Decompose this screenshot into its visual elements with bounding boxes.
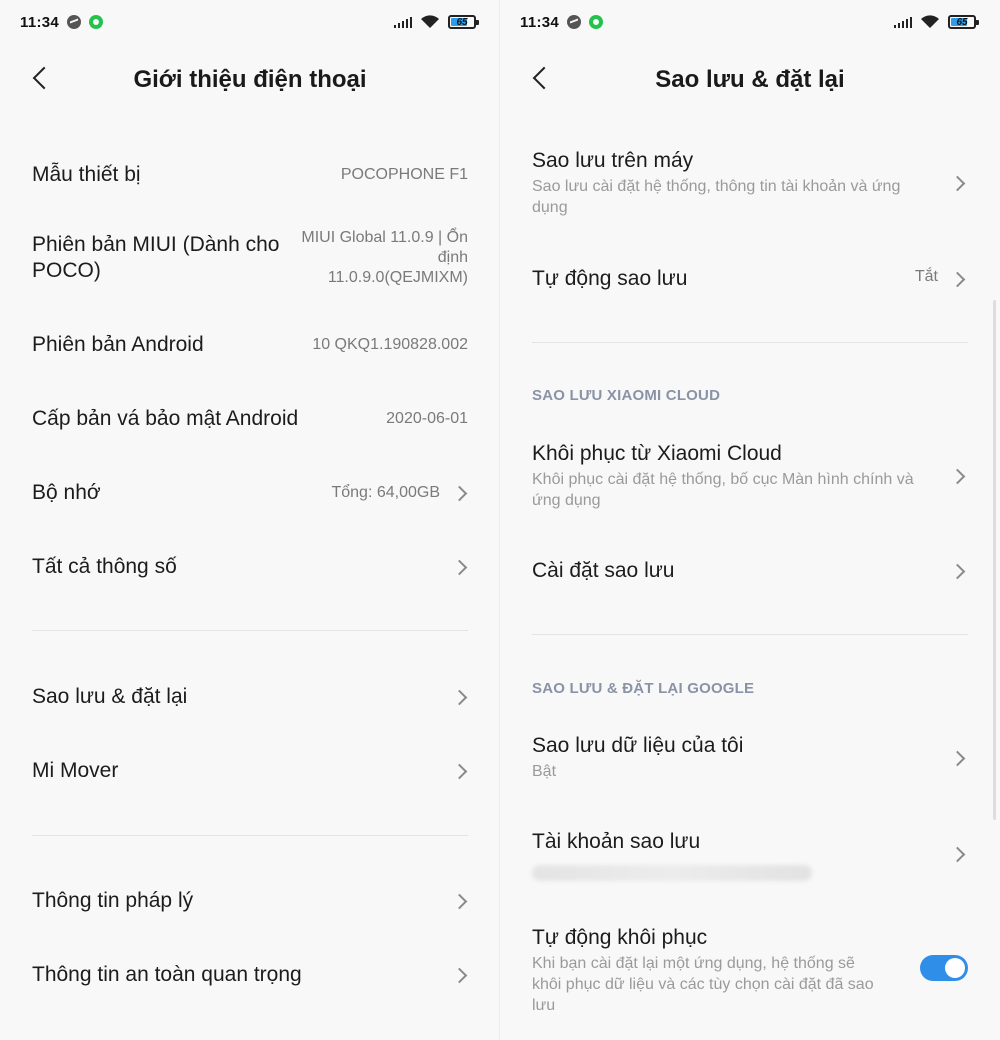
row-auto-backup[interactable]: Tự động sao lưu Tắt (532, 266, 968, 296)
notification-icon (89, 15, 104, 29)
row-mi-mover[interactable]: Mi Mover (32, 756, 468, 786)
battery-level: 65 (456, 16, 468, 28)
row-title: Tài khoản sao lưu (532, 830, 701, 853)
row-label: Mẫu thiết bị (32, 163, 141, 186)
battery-level: 65 (956, 16, 968, 28)
chevron-right-icon (952, 847, 966, 861)
row-local-backup[interactable]: Sao lưu trên máy Sao lưu cài đặt hệ thốn… (532, 148, 968, 222)
row-label: Tất cả thông số (32, 555, 177, 578)
signal-icon (394, 16, 412, 28)
section-header-google: SAO LƯU & ĐẶT LẠI GOOGLE (532, 680, 755, 697)
row-label: Sao lưu & đặt lại (32, 685, 188, 708)
signal-icon (894, 16, 912, 28)
row-subtitle: Khi bạn cài đặt lại một ứng dụng, hệ thố… (532, 955, 874, 1014)
row-device-model[interactable]: Mẫu thiết bị POCOPHONE F1 (32, 160, 468, 190)
row-value: Tổng: 64,00GB (331, 484, 440, 501)
chevron-right-icon (454, 894, 468, 908)
page-header: Giới thiệu điện thoại (0, 56, 500, 104)
toggle-knob (945, 958, 965, 978)
section-header-xiaomi-cloud: SAO LƯU XIAOMI CLOUD (532, 387, 721, 404)
row-legal-info[interactable]: Thông tin pháp lý (32, 886, 468, 916)
chevron-right-icon (454, 690, 468, 704)
row-title: Sao lưu dữ liệu của tôi (532, 734, 744, 757)
status-bar: 11:34 65 (20, 10, 479, 34)
row-title: Tự động sao lưu (532, 267, 688, 290)
divider (32, 630, 468, 631)
row-label: Phiên bản Android (32, 333, 204, 356)
chevron-right-icon (952, 751, 966, 765)
chevron-right-icon (454, 560, 468, 574)
backup-reset-screen: 11:34 65 Sao lưu & đặt lại Sao lưu trên … (500, 0, 1000, 1040)
chevron-right-icon (454, 968, 468, 982)
scrollbar[interactable] (993, 300, 996, 820)
row-backup-settings[interactable]: Cài đặt sao lưu (532, 558, 968, 588)
row-value: Tắt (914, 268, 938, 285)
divider (532, 634, 968, 635)
page-title: Sao lưu & đặt lại (655, 66, 845, 93)
chevron-right-icon (952, 564, 966, 578)
auto-restore-toggle[interactable] (920, 955, 968, 981)
wifi-icon (921, 15, 939, 28)
chevron-right-icon (952, 176, 966, 190)
row-restore-xiaomi-cloud[interactable]: Khôi phục từ Xiaomi Cloud Khôi phục cài … (532, 441, 968, 515)
chevron-right-icon (454, 486, 468, 500)
row-miui-version[interactable]: Phiên bản MIUI (Dành cho POCO) MIUI Glob… (32, 228, 468, 292)
wifi-icon (421, 15, 439, 28)
row-backup-account[interactable]: Tài khoản sao lưu (532, 829, 968, 885)
row-value: MIUI Global 11.0.9 | Ổn định 11.0.9.0(QE… (301, 229, 468, 286)
messenger-icon (67, 15, 82, 29)
row-label: Cấp bản vá bảo mật Android (32, 407, 299, 430)
row-label: Thông tin pháp lý (32, 889, 194, 912)
chevron-right-icon (454, 764, 468, 778)
about-phone-screen: 11:34 65 Giới thiệu điện thoại Mẫu thiết… (0, 0, 500, 1040)
row-label: Bộ nhớ (32, 481, 101, 504)
row-all-specs[interactable]: Tất cả thông số (32, 552, 468, 582)
row-label: Thông tin an toàn quan trọng (32, 963, 302, 986)
row-storage[interactable]: Bộ nhớ Tổng: 64,00GB (32, 478, 468, 508)
chevron-right-icon (952, 272, 966, 286)
row-subtitle: Khôi phục cài đặt hệ thống, bố cục Màn h… (532, 471, 914, 509)
row-title: Cài đặt sao lưu (532, 559, 675, 582)
row-subtitle: Bật (532, 763, 557, 780)
row-subtitle: Sao lưu cài đặt hệ thống, thông tin tài … (532, 178, 901, 216)
notification-icon (589, 15, 604, 29)
row-backup-reset[interactable]: Sao lưu & đặt lại (32, 682, 468, 712)
page-title: Giới thiệu điện thoại (133, 66, 367, 93)
row-value: 2020-06-01 (386, 410, 468, 427)
divider (532, 342, 968, 343)
blurred-account-email (532, 865, 812, 881)
row-title: Tự động khôi phục (532, 926, 708, 949)
status-time: 11:34 (20, 13, 60, 31)
row-auto-restore: Tự động khôi phục Khi bạn cài đặt lại mộ… (532, 925, 968, 1017)
row-title: Sao lưu trên máy (532, 149, 694, 172)
battery-icon: 65 (948, 15, 979, 29)
status-bar: 11:34 65 (520, 10, 979, 34)
row-value: 10 QKQ1.190828.002 (312, 336, 468, 353)
row-backup-my-data[interactable]: Sao lưu dữ liệu của tôi Bật (532, 733, 968, 789)
battery-icon: 65 (448, 15, 479, 29)
divider (32, 835, 468, 836)
row-value: POCOPHONE F1 (340, 166, 468, 183)
row-android-version[interactable]: Phiên bản Android 10 QKQ1.190828.002 (32, 330, 468, 360)
status-time: 11:34 (520, 13, 560, 31)
row-security-patch[interactable]: Cấp bản vá bảo mật Android 2020-06-01 (32, 404, 468, 434)
row-title: Khôi phục từ Xiaomi Cloud (532, 442, 782, 465)
row-label: Mi Mover (32, 759, 119, 782)
messenger-icon (567, 15, 582, 29)
chevron-right-icon (952, 469, 966, 483)
row-label: Phiên bản MIUI (Dành cho POCO) (32, 233, 280, 282)
row-safety-info[interactable]: Thông tin an toàn quan trọng (32, 960, 468, 990)
page-header: Sao lưu & đặt lại (500, 56, 1000, 104)
